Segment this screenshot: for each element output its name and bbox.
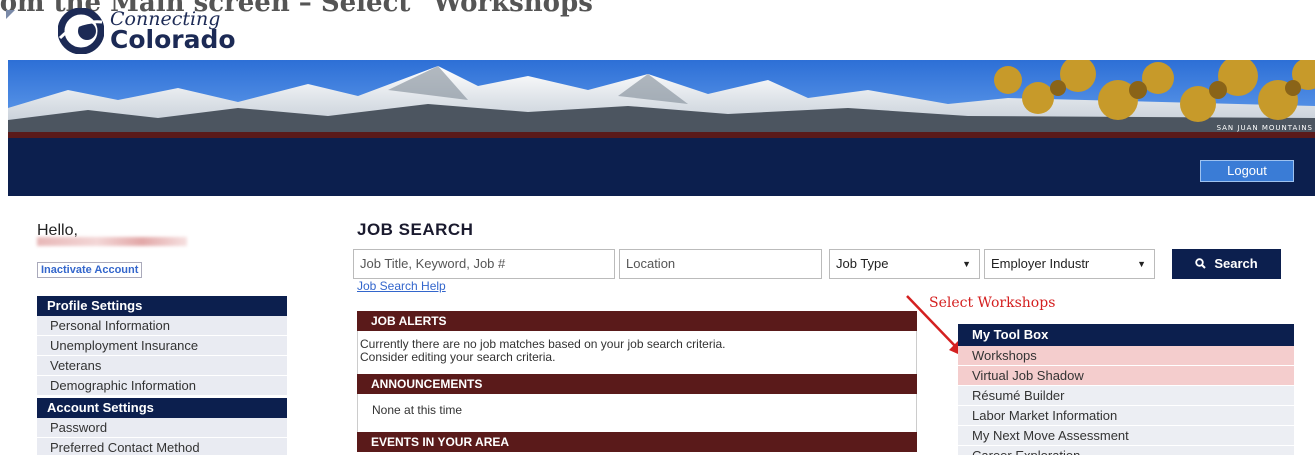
job-alerts-heading: JOB ALERTS	[357, 311, 917, 331]
sidebar-item-unemployment-insurance[interactable]: Unemployment Insurance	[37, 336, 287, 356]
corner-mark	[6, 10, 15, 19]
announcements-text: None at this time	[372, 403, 463, 417]
search-icon	[1195, 258, 1207, 269]
tool-item-resume-builder[interactable]: Résumé Builder	[958, 386, 1294, 406]
job-search-help-link[interactable]: Job Search Help	[357, 279, 446, 293]
announcements-body: None at this time	[357, 394, 917, 432]
job-alerts-body: Currently there are no job matches based…	[357, 331, 917, 374]
keyword-search-input[interactable]: Job Title, Keyword, Job #	[353, 249, 615, 279]
logo-swoosh-icon	[58, 8, 104, 54]
tool-item-career-exploration[interactable]: Career Exploration	[958, 446, 1294, 455]
banner-caption: SAN JUAN MOUNTAINS	[1216, 124, 1313, 132]
sidebar-item-password[interactable]: Password	[37, 418, 287, 438]
mountain-banner-image	[8, 60, 1315, 138]
tool-item-my-next-move-assessment[interactable]: My Next Move Assessment	[958, 426, 1294, 446]
employer-industry-value: Employer Industr	[991, 256, 1090, 271]
my-tool-box: My Tool Box Workshops Virtual Job Shadow…	[958, 324, 1294, 455]
account-settings-section: Account Settings Password Preferred Cont…	[37, 398, 287, 455]
employer-industry-select[interactable]: Employer Industr ▼	[984, 249, 1155, 279]
search-button-label: Search	[1214, 256, 1258, 271]
job-type-dropdown-icon: ▼	[962, 259, 971, 269]
job-alerts-hint: Consider editing your search criteria.	[360, 350, 556, 364]
account-settings-heading: Account Settings	[37, 398, 287, 418]
redacted-user-name	[37, 237, 187, 246]
employer-industry-dropdown-icon: ▼	[1137, 259, 1146, 269]
logout-button[interactable]: Logout	[1200, 160, 1294, 182]
tool-box-heading: My Tool Box	[958, 324, 1294, 346]
announcements-heading: ANNOUNCEMENTS	[357, 374, 917, 394]
sidebar-item-preferred-contact-method[interactable]: Preferred Contact Method	[37, 438, 287, 455]
connecting-colorado-logo[interactable]: Connecting Colorado	[58, 8, 318, 56]
sidebar-item-demographic-information[interactable]: Demographic Information	[37, 376, 287, 396]
logo-line-colorado: Colorado	[110, 25, 236, 54]
location-input[interactable]: Location	[619, 249, 822, 279]
events-heading: EVENTS IN YOUR AREA	[357, 432, 917, 452]
mountain-banner: SAN JUAN MOUNTAINS	[8, 60, 1315, 138]
search-button[interactable]: Search	[1172, 249, 1281, 279]
tool-item-virtual-job-shadow[interactable]: Virtual Job Shadow	[958, 366, 1294, 386]
sidebar-item-personal-information[interactable]: Personal Information	[37, 316, 287, 336]
tool-item-labor-market-information[interactable]: Labor Market Information	[958, 406, 1294, 426]
job-search-title: JOB SEARCH	[357, 220, 474, 239]
top-navigation-bar: Logout	[8, 138, 1315, 196]
profile-settings-section: Profile Settings Personal Information Un…	[37, 296, 287, 396]
job-type-value: Job Type	[836, 256, 889, 271]
job-type-select[interactable]: Job Type ▼	[829, 249, 980, 279]
sidebar-item-veterans[interactable]: Veterans	[37, 356, 287, 376]
tool-item-workshops[interactable]: Workshops	[958, 346, 1294, 366]
profile-settings-heading: Profile Settings	[37, 296, 287, 316]
inactivate-account-link[interactable]: Inactivate Account	[37, 262, 143, 278]
